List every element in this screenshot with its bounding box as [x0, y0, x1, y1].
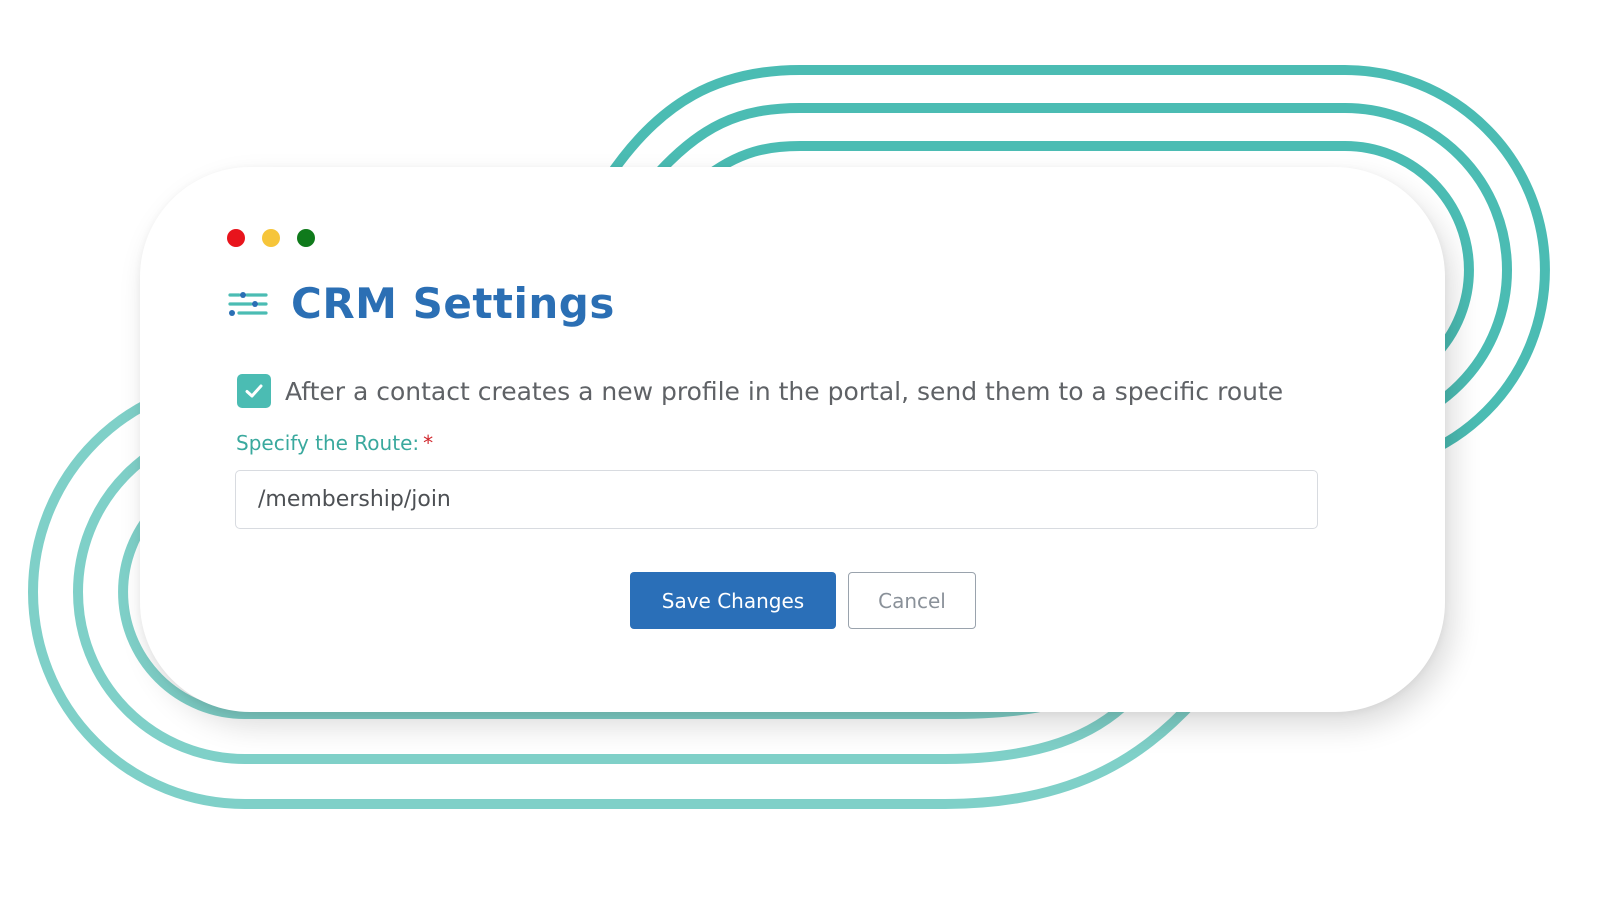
route-field-label: Specify the Route: * [236, 431, 433, 455]
save-changes-button[interactable]: Save Changes [630, 572, 836, 629]
maximize-dot-icon[interactable] [297, 229, 315, 247]
cancel-button[interactable]: Cancel [848, 572, 976, 629]
close-dot-icon[interactable] [227, 229, 245, 247]
redirect-checkbox[interactable] [237, 374, 271, 408]
page-header: CRM Settings [227, 279, 615, 328]
stage: CRM Settings After a contact creates a n… [0, 0, 1600, 900]
crm-settings-card: CRM Settings After a contact creates a n… [140, 167, 1445, 712]
route-input[interactable] [235, 470, 1318, 529]
redirect-option: After a contact creates a new profile in… [237, 374, 1283, 408]
route-label-text: Specify the Route: [236, 431, 420, 455]
window-controls [227, 229, 315, 247]
minimize-dot-icon[interactable] [262, 229, 280, 247]
redirect-checkbox-label[interactable]: After a contact creates a new profile in… [285, 377, 1283, 406]
required-asterisk: * [423, 431, 434, 455]
page-title: CRM Settings [291, 279, 615, 328]
checkmark-icon [245, 384, 263, 398]
sliders-icon [228, 291, 268, 316]
